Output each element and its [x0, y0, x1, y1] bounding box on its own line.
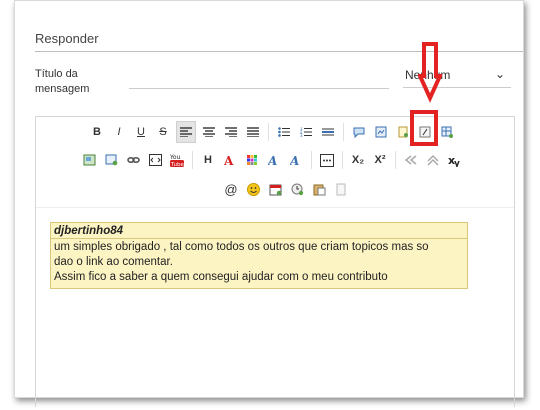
remove-format-icon[interactable]: xy	[446, 151, 464, 169]
font-color-icon[interactable]: A	[265, 151, 283, 169]
code-icon[interactable]	[146, 151, 164, 169]
toolbar-divider	[36, 207, 514, 208]
section-heading: Responder	[35, 31, 99, 46]
svg-text:A: A	[224, 154, 234, 166]
superscript-icon[interactable]: X²	[371, 151, 389, 169]
italic-icon[interactable]: I	[110, 123, 128, 141]
horizontal-rule-icon[interactable]	[319, 123, 337, 141]
align-right-icon[interactable]	[222, 123, 240, 141]
chevron-down-icon: ⌄	[494, 67, 505, 81]
svg-text:y: y	[454, 159, 460, 167]
toolbar-row-1: B I U S 123	[88, 121, 456, 143]
svg-text:A: A	[290, 154, 299, 166]
paste-icon[interactable]	[310, 180, 328, 198]
toolbar-separator	[192, 151, 193, 169]
toolbar-separator	[395, 151, 396, 169]
image-insert-icon[interactable]	[80, 151, 98, 169]
link-icon[interactable]	[124, 151, 142, 169]
image-doc-icon[interactable]	[372, 123, 390, 141]
align-left-icon[interactable]	[176, 121, 196, 143]
speech-bubble-icon[interactable]	[350, 123, 368, 141]
toolbar-row-2: You Tube H A A A X₂ X² x y	[80, 149, 464, 171]
title-label: Título da mensagem	[35, 68, 90, 95]
numbered-list-icon[interactable]: 123	[297, 123, 315, 141]
bullet-list-icon[interactable]	[275, 123, 293, 141]
calendar-icon[interactable]	[266, 180, 284, 198]
align-center-icon[interactable]	[200, 123, 218, 141]
annotation-highlight-box	[410, 110, 438, 146]
annotation-arrow-icon	[418, 42, 442, 103]
color-palette-icon[interactable]	[243, 151, 261, 169]
undo-icon[interactable]	[402, 151, 420, 169]
font-family-icon[interactable]: A	[221, 151, 239, 169]
heading-icon[interactable]: H	[199, 151, 217, 169]
subscript-icon[interactable]: X₂	[349, 151, 367, 169]
clock-icon[interactable]	[288, 180, 306, 198]
quote-body: um simples obrigado , tal como todos os …	[51, 239, 467, 288]
svg-text:Tube: Tube	[170, 162, 184, 167]
bold-icon[interactable]: B	[88, 123, 106, 141]
font-size-icon[interactable]: A	[287, 151, 305, 169]
redo-icon[interactable]	[424, 151, 442, 169]
toolbar-separator	[268, 123, 269, 141]
toolbar-separator	[342, 151, 343, 169]
attachment-icon[interactable]	[102, 151, 120, 169]
reply-panel: Responder Título da mensagem Nenhum ⌄ B …	[14, 0, 524, 407]
mention-icon[interactable]: @	[222, 180, 240, 198]
svg-text:3: 3	[300, 133, 303, 137]
youtube-icon[interactable]: You Tube	[168, 151, 186, 169]
toolbar-row-3: @	[222, 178, 350, 200]
paste-text-icon[interactable]	[332, 180, 350, 198]
table-icon[interactable]	[438, 123, 456, 141]
title-input[interactable]	[129, 88, 389, 89]
quote-author: djbertinho84	[51, 223, 467, 239]
more-icon[interactable]	[318, 151, 336, 169]
toolbar-separator	[311, 151, 312, 169]
heading-divider	[35, 51, 523, 52]
quote-line: um simples obrigado , tal como todos os …	[54, 241, 429, 253]
rich-text-editor[interactable]: B I U S 123 You Tube H A A A X₂ X² x y @…	[35, 116, 515, 407]
align-justify-icon[interactable]	[244, 123, 262, 141]
smiley-icon[interactable]	[244, 180, 262, 198]
toolbar-separator	[343, 123, 344, 141]
quote-line: Assim fico a saber a quem consegui ajuda…	[54, 271, 388, 283]
quote-block: djbertinho84 um simples obrigado , tal c…	[50, 222, 468, 289]
svg-text:You: You	[170, 154, 181, 161]
underline-icon[interactable]: U	[132, 123, 150, 141]
quote-line: dao o link ao comentar.	[54, 256, 173, 268]
svg-text:A: A	[268, 154, 277, 166]
strikethrough-icon[interactable]: S	[154, 123, 172, 141]
